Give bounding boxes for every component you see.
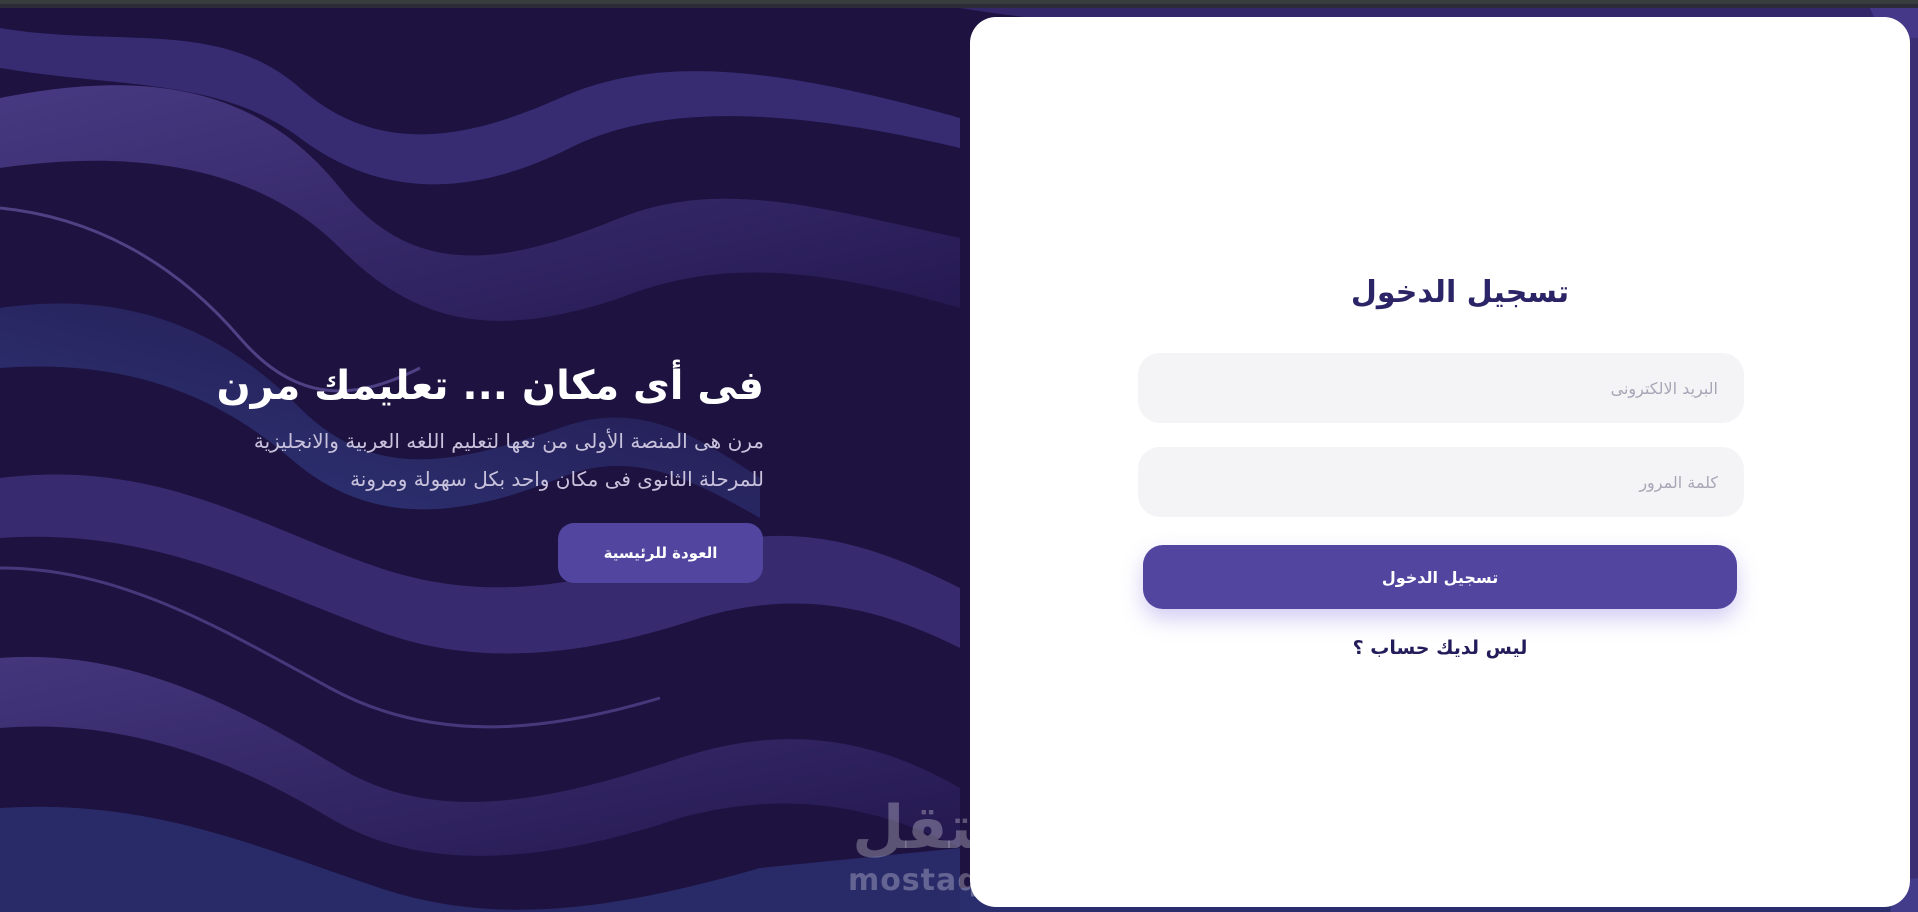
email-input[interactable] (1138, 353, 1744, 423)
login-page: فى أى مكان ... تعليمك مرن مرن هى المنصة … (0, 0, 1918, 912)
hero-title: فى أى مكان ... تعليمك مرن (216, 363, 764, 409)
hero-description-line-2: للمرحلة الثانوى فى مكان واحد بكل سهولة و… (350, 467, 764, 491)
hero-text-block: فى أى مكان ... تعليمك مرن مرن هى المنصة … (190, 358, 764, 498)
hero-description-line-1: مرن هى المنصة الأولى من نعها لتعليم اللغ… (253, 429, 764, 453)
back-to-home-button[interactable]: العودة للرئيسية (558, 523, 763, 583)
login-title-text: تسجيل الدخول (1350, 275, 1570, 310)
login-submit-button[interactable]: تسجيل الدخول (1143, 545, 1737, 609)
hero-description: مرن هى المنصة الأولى من نعها لتعليم اللغ… (190, 422, 764, 498)
password-input[interactable] (1138, 447, 1744, 517)
login-card: تسجيل الدخول تسجيل الدخول ليس لديك حساب … (970, 17, 1910, 907)
signup-link-text: ليس لديك حساب ؟ (1352, 637, 1528, 659)
login-title: تسجيل الدخول (970, 275, 1910, 310)
signup-link[interactable]: ليس لديك حساب ؟ (970, 637, 1910, 659)
